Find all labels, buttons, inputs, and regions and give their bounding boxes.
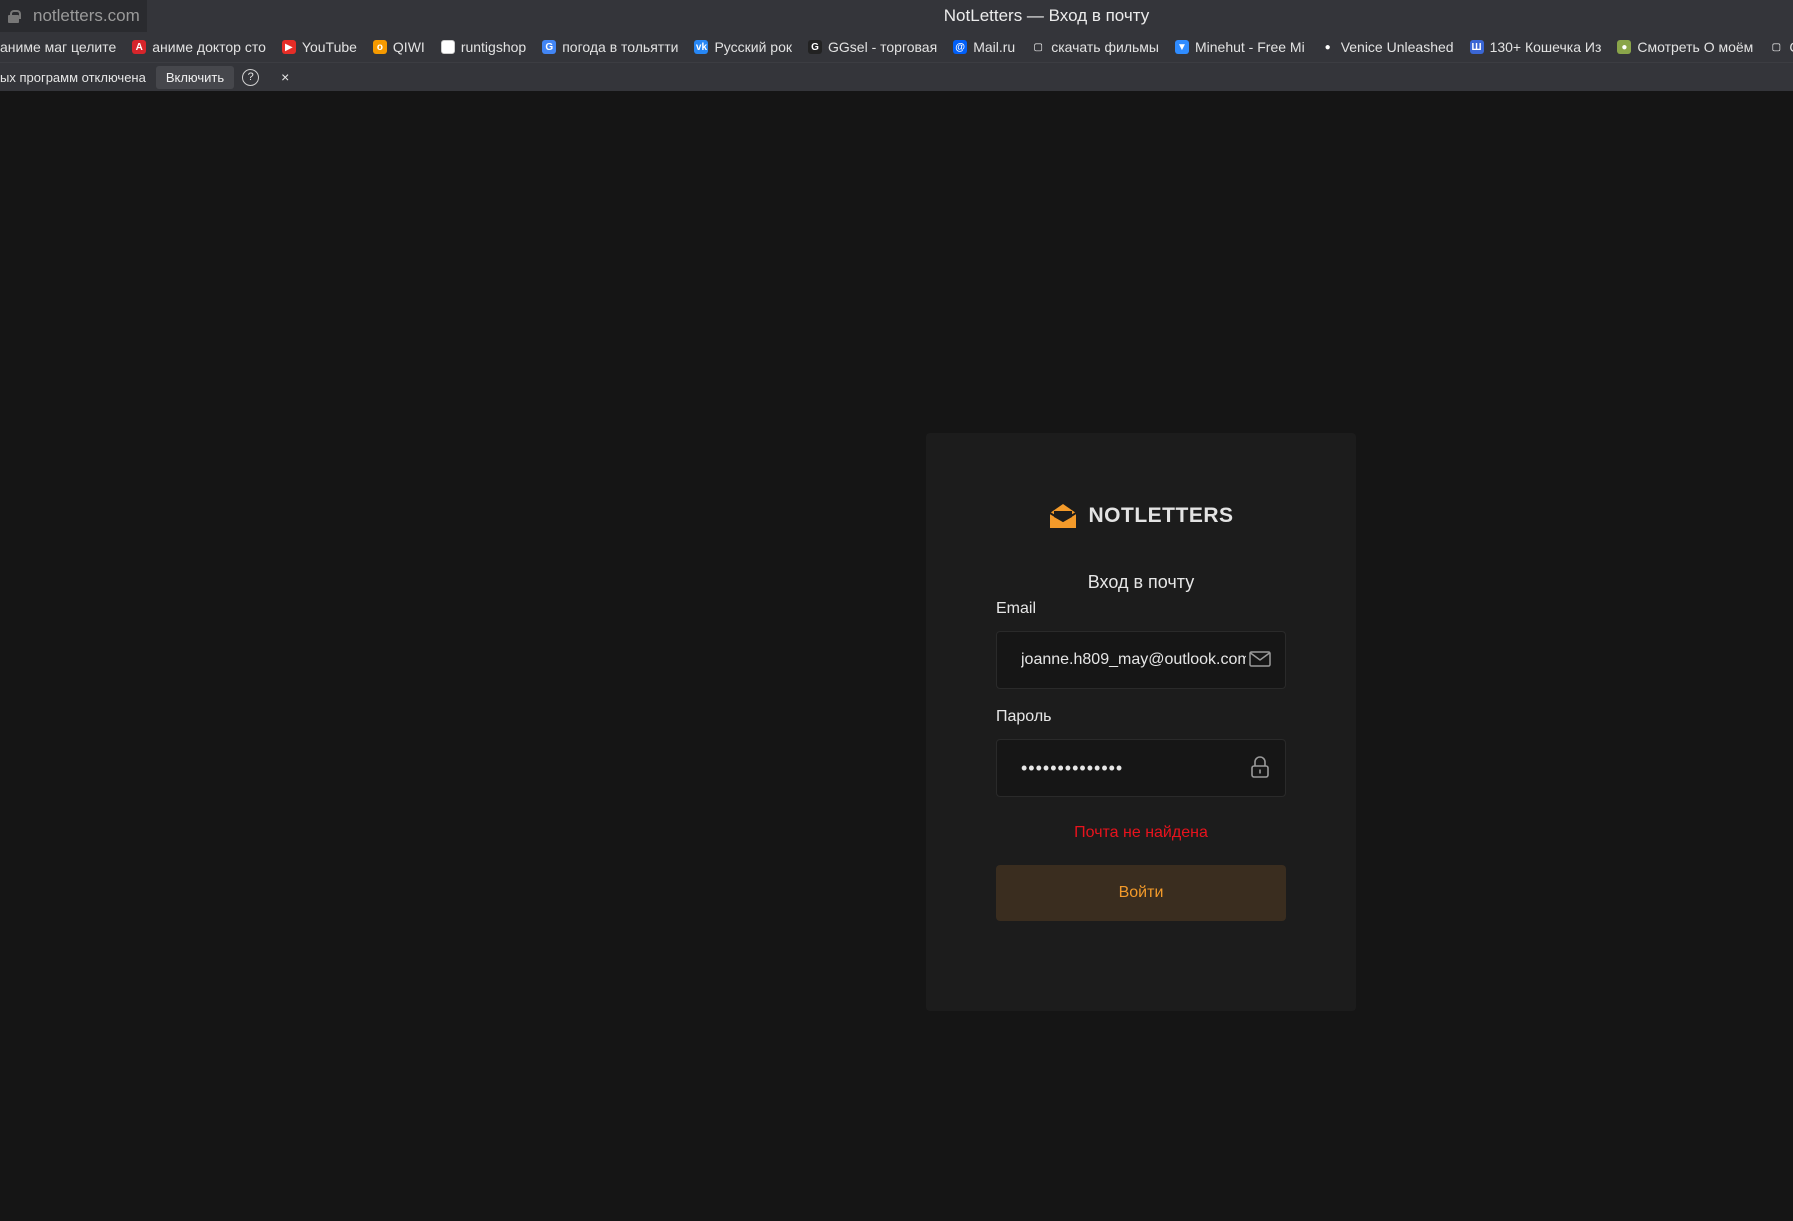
- bookmark-favicon-icon: G: [808, 40, 822, 54]
- bookmark-item[interactable]: runtigshop: [440, 39, 527, 55]
- bookmark-item[interactable]: ▶ YouTube: [281, 39, 357, 55]
- brand: NOTLETTERS: [926, 503, 1356, 529]
- bookmark-favicon-icon: Ш: [1469, 40, 1484, 54]
- bookmark-label: погода в тольятти: [562, 39, 679, 55]
- bookmark-favicon-icon: ▶: [281, 40, 296, 54]
- help-icon[interactable]: ?: [242, 68, 260, 86]
- login-button[interactable]: Войти: [996, 865, 1286, 921]
- bookmark-item[interactable]: Gпогода в тольятти: [542, 39, 678, 55]
- bookmark-label: Русский рок: [714, 39, 792, 55]
- bookmark-favicon-icon: ●: [1320, 40, 1335, 54]
- bookmark-item[interactable]: Aаниме доктор сто: [132, 39, 266, 55]
- browser-titlebar: notletters.com NotLetters — Вход в почту: [0, 0, 1793, 32]
- password-input[interactable]: [1021, 740, 1246, 796]
- bookmark-item[interactable]: Ш 130+ Кошечка Из: [1469, 39, 1602, 55]
- bookmark-favicon-icon: o: [372, 40, 387, 54]
- bookmark-label: Minehut - Free Mi: [1194, 39, 1305, 55]
- bookmark-favicon-icon: ▢: [1769, 40, 1784, 54]
- login-card: NOTLETTERS Вход в почту Email Пароль Поч…: [926, 433, 1356, 1011]
- bookmark-label: скачать фильмы: [1051, 39, 1159, 55]
- email-input[interactable]: [1021, 632, 1246, 688]
- bookmark-label: YouTube: [301, 39, 357, 55]
- bookmark-label: аниме доктор сто: [152, 39, 266, 55]
- bookmark-item[interactable]: vk Русский рок: [694, 39, 792, 55]
- bookmark-item[interactable]: G GGsel - торговая: [808, 39, 937, 55]
- mail-icon: [1249, 651, 1271, 667]
- bookmark-favicon-icon: A: [132, 40, 147, 54]
- bookmark-item[interactable]: аниме маг целите: [0, 39, 116, 55]
- bookmark-favicon-icon: ▢: [1031, 40, 1046, 54]
- bookmark-label: аниме маг целите: [0, 39, 117, 55]
- bookmark-label: GGsel - торговая: [828, 39, 938, 55]
- enable-button[interactable]: Включить: [155, 65, 235, 89]
- window-title: NotLetters — Вход в почту: [943, 6, 1150, 25]
- bookmark-label: Mail.ru: [973, 39, 1016, 55]
- bookmark-label: QIWI: [392, 39, 425, 55]
- password-label: Пароль: [996, 708, 1052, 725]
- bookmark-favicon-icon: ▼: [1174, 40, 1189, 54]
- error-message: Почта не найдена: [1074, 824, 1208, 841]
- email-field-wrapper: [996, 631, 1286, 689]
- bookmark-favicon-icon: vk: [694, 40, 709, 54]
- bookmark-item[interactable]: ▼ Minehut - Free Mi: [1174, 39, 1305, 55]
- info-bar: ых программ отключена Включить ? ×: [0, 62, 1793, 91]
- bookmark-item[interactable]: @ Mail.ru: [953, 39, 1015, 55]
- info-bar-text: ых программ отключена: [0, 69, 146, 85]
- bookmark-item[interactable]: o QIWI: [372, 39, 425, 55]
- bookmark-label: runtigshop: [460, 39, 527, 55]
- padlock-icon: [1251, 756, 1269, 778]
- bookmark-item[interactable]: ▢ скачать фильмы: [1031, 39, 1159, 55]
- brand-name: NOTLETTERS: [1088, 504, 1234, 527]
- bookmark-favicon-icon: @: [953, 40, 968, 54]
- bookmarks-bar: аниме маг целите Aаниме доктор сто ▶ YouTub…: [0, 32, 1793, 62]
- bookmark-item[interactable]: ▢ Скачать Borderla: [1769, 39, 1793, 55]
- form-title: Вход в почту: [1087, 572, 1195, 592]
- bookmark-favicon-icon: G: [542, 40, 557, 54]
- bookmark-label: 130+ Кошечка Из: [1489, 39, 1602, 55]
- bookmark-label: Скачать Borderla: [1789, 39, 1793, 55]
- bookmark-label: Смотреть О моём: [1637, 39, 1754, 55]
- envelope-open-icon: [1048, 504, 1077, 528]
- bookmark-item[interactable]: ● Venice Unleashed: [1320, 39, 1454, 55]
- close-icon[interactable]: ×: [281, 69, 289, 85]
- password-field-wrapper: [996, 739, 1286, 797]
- email-label: Email: [996, 600, 1037, 617]
- bookmark-label: Venice Unleashed: [1340, 39, 1454, 55]
- bookmark-favicon-icon: ●: [1617, 40, 1632, 54]
- bookmark-favicon-icon: [440, 40, 455, 54]
- bookmark-item[interactable]: ● Смотреть О моём: [1617, 39, 1753, 55]
